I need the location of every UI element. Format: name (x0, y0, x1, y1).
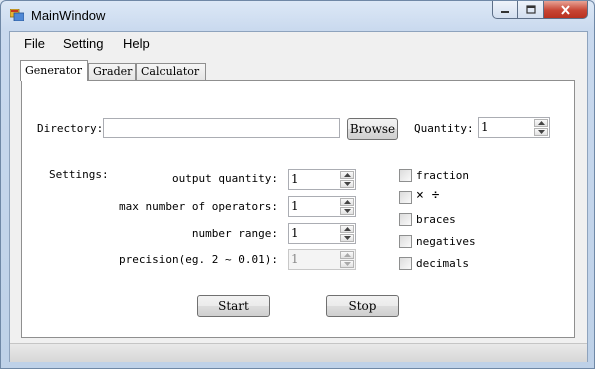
window-title: MainWindow (31, 8, 106, 23)
menu-bar: File Setting Help (10, 32, 587, 54)
start-button[interactable]: Start (197, 295, 270, 317)
directory-input[interactable] (103, 118, 340, 138)
arrow-up-icon (343, 227, 351, 231)
output-quantity-down-button[interactable] (340, 180, 354, 188)
quantity-up-button[interactable] (534, 119, 548, 127)
arrow-down-icon (537, 130, 545, 134)
minimize-icon (501, 10, 509, 13)
braces-label: braces (416, 213, 456, 226)
arrow-up-icon (343, 253, 351, 257)
output-quantity-stepper[interactable]: 1 (288, 169, 356, 190)
multiply-divide-checkbox[interactable] (399, 191, 412, 204)
max-operators-label: max number of operators: (119, 200, 278, 213)
close-button[interactable] (544, 1, 588, 19)
close-icon (561, 4, 570, 15)
quantity-spinner (534, 119, 548, 136)
stop-button[interactable]: Stop (326, 295, 399, 317)
app-window-icon (10, 9, 24, 21)
decimals-label: decimals (416, 257, 469, 270)
max-operators-spinner (340, 198, 354, 215)
number-range-up-button[interactable] (340, 225, 354, 233)
quantity-label: Quantity: (414, 122, 474, 135)
tab-grader[interactable]: Grader (88, 63, 136, 80)
arrow-down-icon (343, 236, 351, 240)
precision-down-button (340, 260, 354, 268)
arrow-down-icon (343, 262, 351, 266)
precision-stepper: 1 (288, 249, 356, 270)
multiply-divide-label: × ÷ (416, 188, 440, 203)
max-operators-stepper[interactable]: 1 (288, 196, 356, 217)
arrow-up-icon (343, 173, 351, 177)
quantity-stepper[interactable]: 1 (478, 117, 550, 138)
output-quantity-up-button[interactable] (340, 171, 354, 179)
max-operators-up-button[interactable] (340, 198, 354, 206)
fraction-label: fraction (416, 169, 469, 182)
arrow-up-icon (537, 121, 545, 125)
quantity-down-button[interactable] (534, 128, 548, 136)
client-area: File Setting Help Generator Grader Calcu… (9, 31, 588, 362)
number-range-spinner (340, 225, 354, 242)
generator-panel: Directory: Browse Quantity: 1 Settings: … (21, 80, 575, 338)
maximize-icon (525, 5, 536, 14)
precision-label: precision(eg. 2 ~ 0.01): (119, 253, 278, 266)
precision-spinner (340, 251, 354, 268)
main-window: MainWindow File Setting Help Generator G… (0, 0, 595, 369)
arrow-down-icon (343, 182, 351, 186)
browse-button[interactable]: Browse (347, 118, 398, 140)
arrow-up-icon (343, 200, 351, 204)
status-bar (10, 343, 587, 362)
quantity-value: 1 (481, 120, 489, 134)
decimals-checkbox[interactable] (399, 257, 412, 270)
window-controls (492, 1, 588, 20)
maximize-button[interactable] (518, 1, 544, 19)
fraction-checkbox[interactable] (399, 169, 412, 182)
precision-value: 1 (291, 252, 299, 266)
output-quantity-value: 1 (291, 172, 299, 186)
max-operators-value: 1 (291, 199, 299, 213)
number-range-down-button[interactable] (340, 234, 354, 242)
output-quantity-label: output quantity: (172, 172, 278, 185)
directory-label: Directory: (37, 122, 104, 135)
number-range-value: 1 (291, 226, 299, 240)
tab-generator[interactable]: Generator (20, 60, 88, 81)
menu-help[interactable]: Help (123, 36, 150, 51)
tab-calculator[interactable]: Calculator (136, 63, 206, 80)
menu-setting[interactable]: Setting (63, 36, 103, 51)
menu-file[interactable]: File (24, 36, 45, 51)
negatives-checkbox[interactable] (399, 235, 412, 248)
title-bar[interactable]: MainWindow (1, 1, 594, 29)
negatives-label: negatives (416, 235, 476, 248)
max-operators-down-button[interactable] (340, 207, 354, 215)
number-range-label: number range: (191, 227, 278, 240)
minimize-button[interactable] (492, 1, 518, 19)
arrow-down-icon (343, 209, 351, 213)
number-range-stepper[interactable]: 1 (288, 223, 356, 244)
output-quantity-spinner (340, 171, 354, 188)
precision-up-button (340, 251, 354, 259)
braces-checkbox[interactable] (399, 213, 412, 226)
